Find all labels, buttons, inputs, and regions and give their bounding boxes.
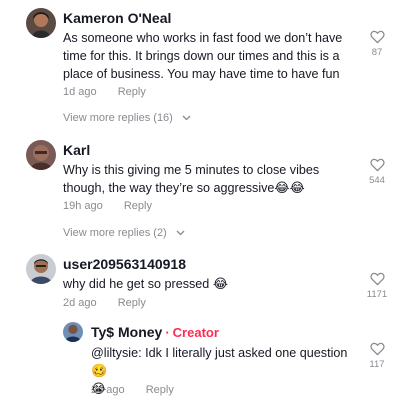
like-count: 1171: [366, 289, 388, 300]
heart-outline-icon: [369, 342, 385, 356]
avatar[interactable]: [26, 8, 56, 38]
like-count: 87: [371, 47, 383, 58]
avatar[interactable]: [26, 254, 56, 284]
like-button[interactable]: 117: [365, 342, 389, 370]
avatar-image: [26, 8, 56, 38]
comment-text: As someone who works in fast food we don…: [63, 31, 343, 81]
view-more-label: View more replies (2): [63, 227, 167, 239]
creator-username[interactable]: Ty$ Money: [91, 324, 162, 340]
comment-text-body: why did he get so pressed: [63, 277, 210, 291]
comment-time: 2d ago: [63, 297, 97, 309]
comment-time: 1d ago: [63, 86, 97, 98]
separator-dot: ·: [165, 325, 170, 340]
heart-outline-icon: [369, 30, 385, 44]
avatar[interactable]: [63, 322, 83, 342]
comment-username: Ty$ Money · Creator: [91, 324, 219, 340]
reply-button[interactable]: Reply: [118, 86, 146, 98]
heart-outline-icon: [369, 272, 385, 286]
emoji: 🥴: [91, 363, 108, 378]
emoji: 😂😂: [274, 180, 305, 195]
avatar-image: [63, 322, 83, 342]
comment-text: why did he get so pressed 😂: [63, 275, 361, 293]
comment-username[interactable]: Karl: [63, 142, 90, 158]
comment-meta: 19h ago Reply: [63, 200, 152, 212]
comment-text: Why is this giving me 5 minutes to close…: [63, 161, 361, 197]
view-more-label: View more replies (16): [63, 112, 173, 124]
reply-button[interactable]: Reply: [124, 200, 152, 212]
avatar[interactable]: [26, 140, 56, 170]
emoji: 😂: [212, 276, 229, 291]
heart-outline-icon: [369, 158, 385, 172]
comment-meta: 1d ago Reply: [63, 86, 146, 98]
like-count: 117: [369, 359, 385, 370]
like-count: 544: [369, 175, 385, 186]
creator-badge: Creator: [172, 325, 219, 340]
chevron-down-icon: [182, 115, 191, 121]
view-more-replies-button[interactable]: View more replies (16): [63, 112, 191, 124]
avatar-image: [26, 140, 56, 170]
comment-time: 2d ago: [91, 384, 125, 396]
avatar-image: [26, 254, 56, 284]
comment-username[interactable]: Kameron O'Neal: [63, 10, 171, 26]
view-more-replies-button[interactable]: View more replies (2): [63, 227, 185, 239]
comment-time: 19h ago: [63, 200, 103, 212]
like-button[interactable]: 87: [365, 30, 389, 58]
comment-username[interactable]: user209563140918: [63, 256, 186, 272]
comment-meta: 2d ago Reply: [91, 384, 174, 396]
like-button[interactable]: 1171: [365, 272, 389, 300]
like-button[interactable]: 544: [365, 158, 389, 186]
reply-button[interactable]: Reply: [146, 384, 174, 396]
reply-button[interactable]: Reply: [118, 297, 146, 309]
comment-meta: 2d ago Reply: [63, 297, 146, 309]
comment-text-body: @liltysie: Idk I literally just asked on…: [91, 346, 348, 360]
chevron-down-icon: [176, 230, 185, 236]
